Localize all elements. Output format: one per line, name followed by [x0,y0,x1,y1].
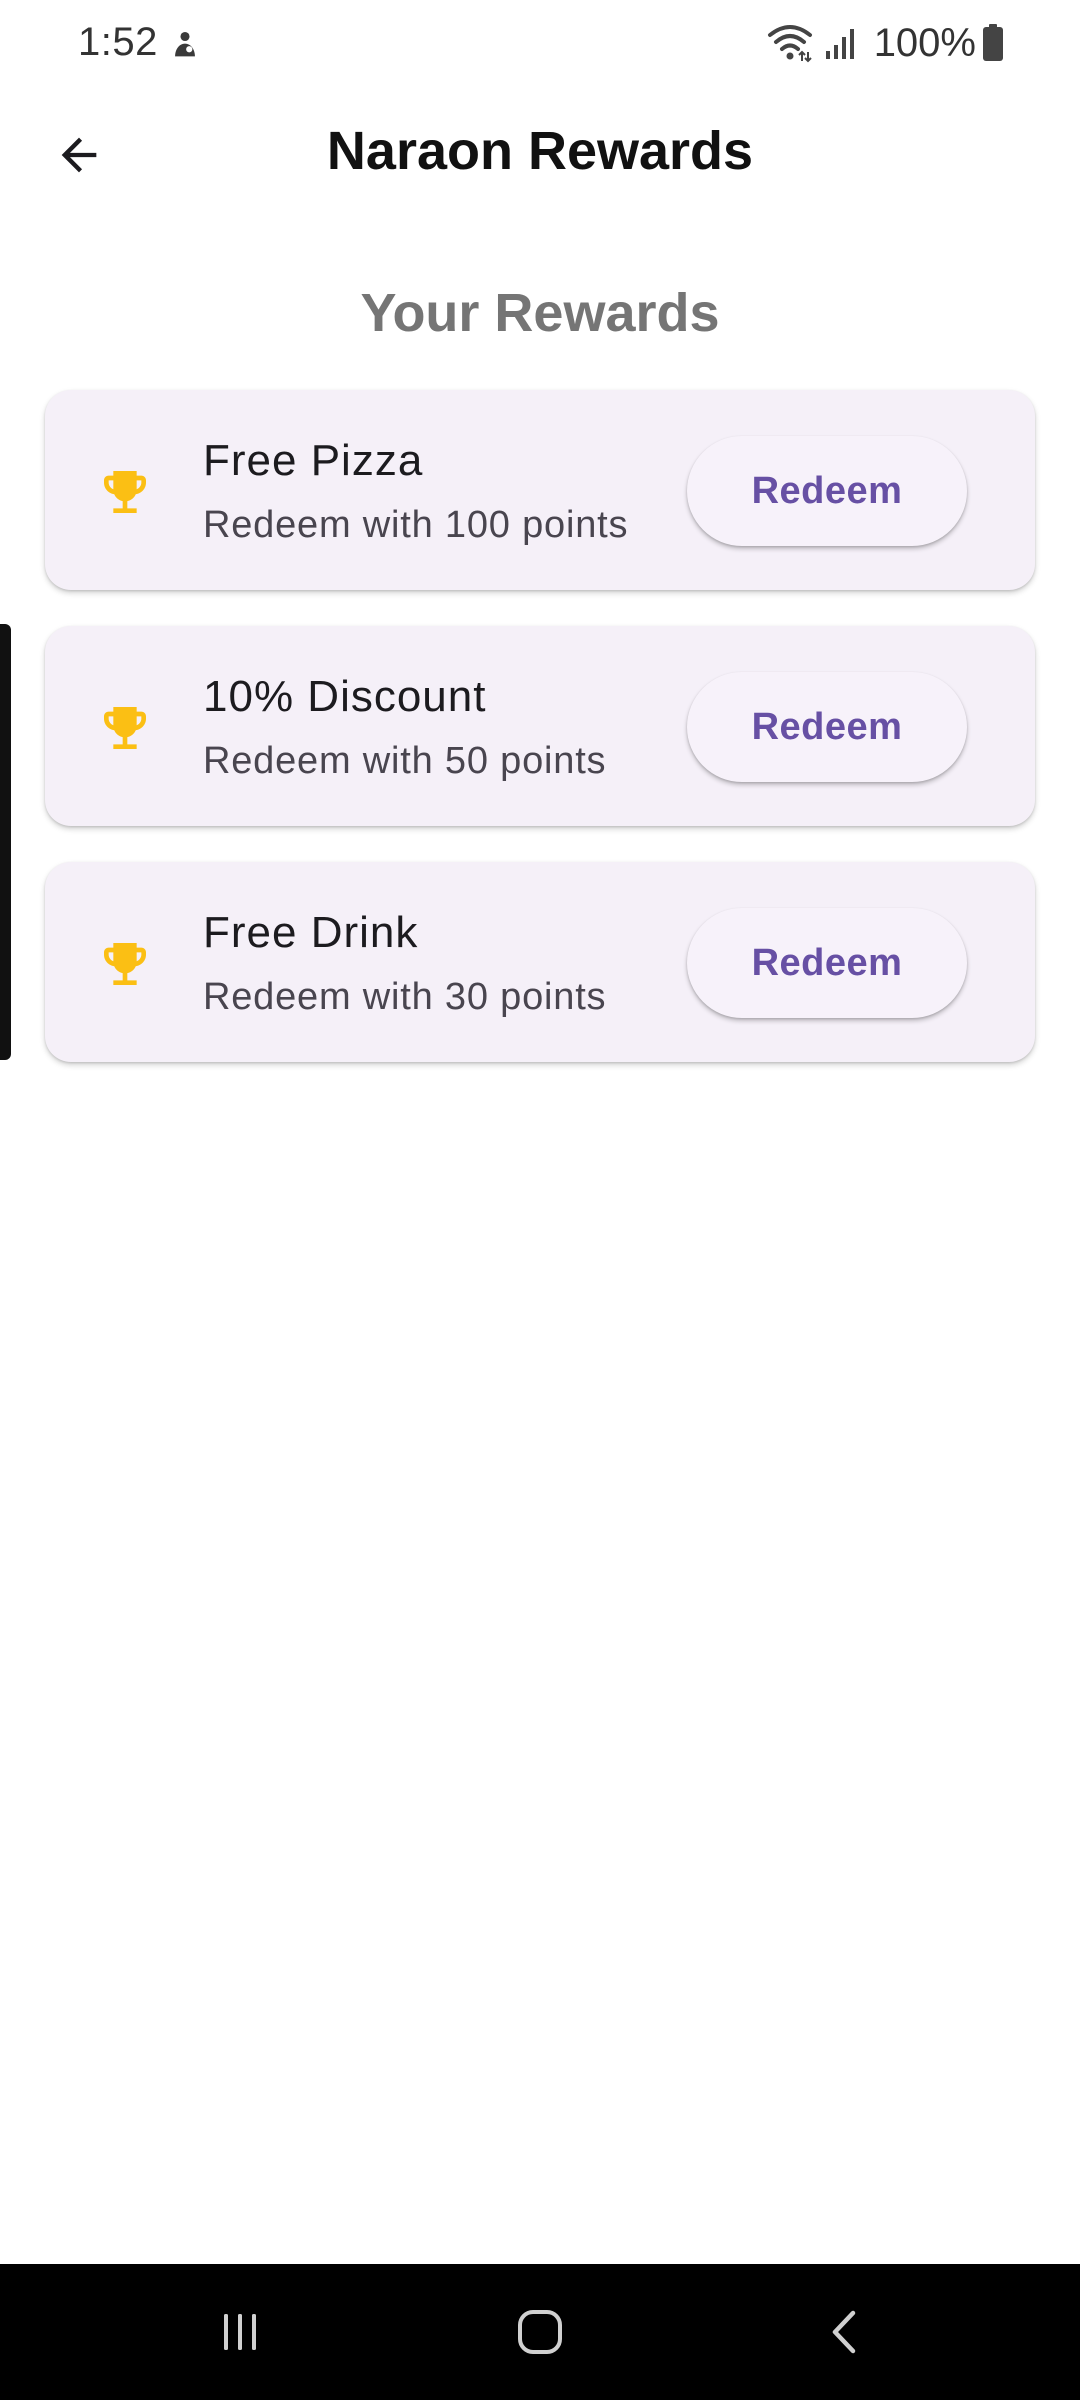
edge-panel-handle[interactable] [0,624,11,1060]
redeem-button[interactable]: Redeem [687,436,967,546]
recents-icon [224,2314,256,2350]
status-right-group: 100% [766,18,1004,68]
redeem-button[interactable]: Redeem [687,908,967,1018]
reward-points: Redeem with 30 points [203,976,607,1018]
status-time: 1:52 [78,20,158,64]
reward-card-free-drink: Free Drink Redeem with 30 points Redeem [45,862,1035,1062]
wifi-icon [767,25,812,63]
home-icon [518,2310,562,2354]
nav-home-button[interactable] [440,2264,640,2400]
app-bar: Naraon Rewards [0,90,1080,220]
system-nav-bar [0,2264,1080,2400]
reward-points: Redeem with 100 points [203,504,629,546]
rewards-screen: 1:52 100% Naraon Rewards Your Rewards Fr… [0,0,1080,2400]
nav-recents-button[interactable] [140,2264,340,2400]
reward-name: Free Drink [203,908,419,957]
battery-percent: 100% [873,20,976,65]
section-title: Your Rewards [360,283,720,343]
nav-back-icon [832,2310,856,2354]
trophy-icon [104,707,146,749]
reward-points: Redeem with 50 points [203,740,607,782]
reward-list: Free Pizza Redeem with 100 points Redeem… [45,390,1035,1098]
battery-icon [983,24,1003,61]
trophy-icon [104,943,146,985]
redeem-button[interactable]: Redeem [687,672,967,782]
reward-card-10-discount: 10% Discount Redeem with 50 points Redee… [45,626,1035,826]
reward-name: Free Pizza [203,436,424,485]
reward-name: 10% Discount [203,672,487,721]
cellular-signal-icon [825,29,854,59]
reward-card-free-pizza: Free Pizza Redeem with 100 points Redeem [45,390,1035,590]
nav-back-button[interactable] [745,2264,945,2400]
trophy-icon [104,471,146,513]
notification-app-icon [175,31,195,57]
status-bar: 1:52 100% [0,0,1080,90]
page-title: Naraon Rewards [326,121,754,181]
